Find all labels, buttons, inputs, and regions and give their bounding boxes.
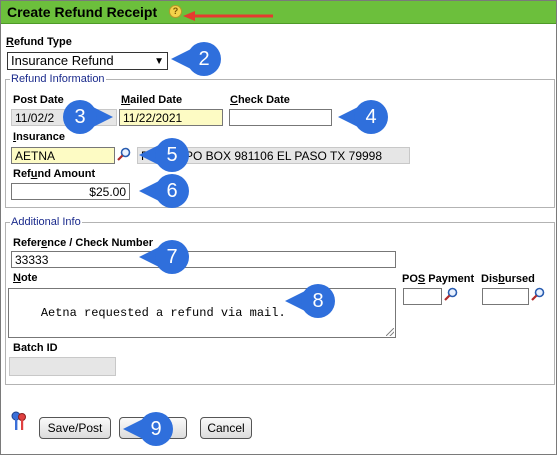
refund-receipt-window: Create Refund Receipt ? Refund Type Insu…: [0, 0, 557, 455]
mailed-date-label: Mailed Date: [121, 94, 183, 106]
save-post-button[interactable]: Save/Post: [39, 417, 111, 439]
pos-payment-lookup-icon[interactable]: [444, 287, 458, 301]
keys-icon: [11, 411, 26, 430]
insurance-field[interactable]: AETNA: [11, 147, 115, 164]
note-label: Note: [13, 272, 38, 284]
refund-type-value: Insurance Refund: [11, 53, 114, 68]
callout-9: 9: [123, 412, 173, 446]
batch-id-field: [9, 357, 116, 376]
disbursed-lookup-icon[interactable]: [531, 287, 545, 301]
check-date-field[interactable]: [229, 109, 332, 126]
mailed-date-field[interactable]: 11/22/2021: [119, 109, 223, 126]
additional-info-legend: Additional Info: [11, 216, 81, 228]
insurance-label: Insurance: [13, 131, 65, 143]
refund-type-label: Refund Type: [6, 36, 72, 48]
refund-amount-label: Refund Amount: [13, 168, 96, 180]
window-title: Create Refund Receipt: [7, 4, 158, 20]
pos-payment-field[interactable]: [403, 288, 442, 305]
callout-5: 5: [139, 138, 189, 172]
help-icon[interactable]: ?: [169, 5, 182, 18]
reference-label: Reference / Check Number: [13, 237, 154, 249]
disbursed-field[interactable]: [482, 288, 529, 305]
refund-amount-field[interactable]: $25.00: [11, 183, 130, 200]
mailed-date-value: 11/22/2021: [123, 111, 183, 125]
insurance-lookup-icon[interactable]: [117, 147, 131, 161]
disbursed-label: Disbursed: [481, 273, 535, 285]
insurance-value: AETNA: [15, 149, 56, 163]
reference-value: 33333: [15, 253, 49, 267]
callout-2: 2: [171, 42, 221, 76]
resize-handle-icon[interactable]: [386, 328, 394, 336]
refund-type-select[interactable]: Insurance Refund ▼: [7, 52, 168, 70]
callout-6: 6: [139, 174, 189, 208]
pos-payment-label: POS Payment: [402, 273, 475, 285]
refund-information-legend: Refund Information: [11, 73, 105, 85]
title-bar: Create Refund Receipt ?: [1, 1, 556, 24]
reference-field[interactable]: 33333: [11, 251, 396, 268]
note-textarea[interactable]: Aetna requested a refund via mail.: [8, 288, 396, 338]
insurance-address-value: PO BOX 981106 EL PASO TX 79998: [185, 149, 383, 163]
post-date-label: Post Date: [13, 94, 64, 106]
batch-id-label: Batch ID: [13, 342, 58, 354]
check-date-label: Check Date: [230, 94, 290, 106]
post-date-value: 11/02/2: [15, 111, 55, 125]
callout-7: 7: [139, 240, 189, 274]
chevron-down-icon: ▼: [154, 56, 164, 67]
cancel-button[interactable]: Cancel: [200, 417, 252, 439]
callout-3: 3: [63, 100, 113, 134]
note-value: Aetna requested a refund via mail.: [40, 306, 286, 320]
refund-amount-value: $25.00: [89, 185, 126, 199]
callout-8: 8: [285, 284, 335, 318]
red-arrow-annotation: [183, 11, 273, 21]
callout-4: 4: [338, 100, 388, 134]
